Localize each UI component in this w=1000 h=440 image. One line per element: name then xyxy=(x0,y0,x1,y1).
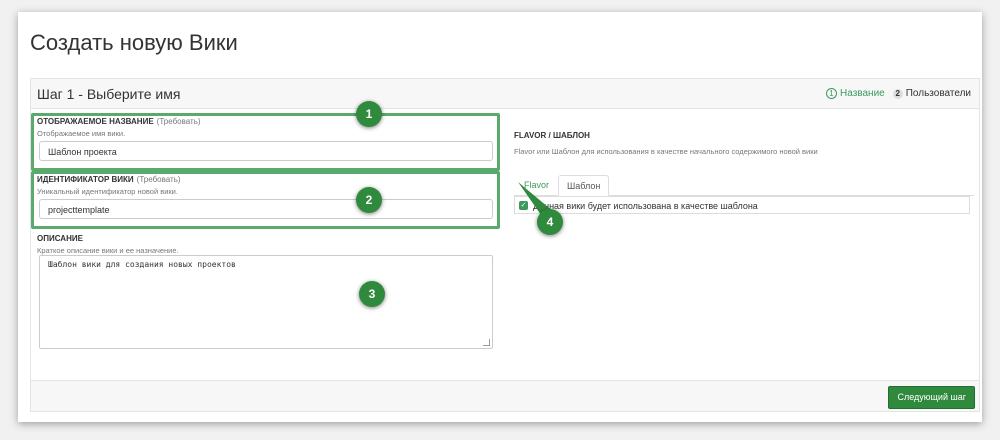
description-textarea[interactable]: Шаблон вики для создания новых проектов xyxy=(39,255,493,349)
description-help: Краткое описание вики и ее назначение. xyxy=(37,246,179,255)
flavor-section: FLAVOR / ШАБЛОН Flavor или Шаблон для ис… xyxy=(514,131,974,214)
callout-badge-4: 4 xyxy=(537,209,563,235)
template-checkbox-row[interactable]: ✓ Данная вики будет использована в качес… xyxy=(514,196,970,214)
flavor-tabs: Flavor Шаблон xyxy=(514,175,974,196)
highlight-box-2 xyxy=(31,171,500,229)
callout-badge-3: 3 xyxy=(359,281,385,307)
wiki-create-window: Создать новую Вики Шаг 1 - Выберите имя … xyxy=(18,12,982,422)
description-label: ОПИСАНИЕ xyxy=(37,234,83,243)
step-label: Пользователи xyxy=(905,88,971,99)
resize-grip-icon[interactable] xyxy=(483,339,490,346)
next-step-button[interactable]: Следующий шаг xyxy=(888,386,975,409)
wizard-footer: Следующий шаг xyxy=(31,380,979,411)
wizard-header: Шаг 1 - Выберите имя 1 Название 2 Пользо… xyxy=(31,79,979,109)
callout-badge-1: 1 xyxy=(356,101,382,127)
step-users[interactable]: 2 Пользователи xyxy=(892,88,971,99)
flavor-title: FLAVOR / ШАБЛОН xyxy=(514,131,590,140)
step-number: 1 xyxy=(826,88,838,99)
page-title: Создать новую Вики xyxy=(30,30,238,55)
step-number: 2 xyxy=(892,88,903,99)
flavor-help: Flavor или Шаблон для использования в ка… xyxy=(514,147,818,156)
callout-badge-2: 2 xyxy=(356,187,382,213)
wizard-steps: 1 Название 2 Пользователи xyxy=(826,88,979,99)
step-title: Шаг 1 - Выберите имя xyxy=(37,86,181,102)
description-text: Шаблон вики для создания новых проектов xyxy=(48,260,236,269)
wizard-panel: Шаг 1 - Выберите имя 1 Название 2 Пользо… xyxy=(30,78,980,412)
highlight-box-1 xyxy=(31,113,500,171)
step-name[interactable]: 1 Название xyxy=(826,88,885,99)
description-group: ОПИСАНИЕ Краткое описание вики и ее назн… xyxy=(37,234,499,354)
step-label: Название xyxy=(840,88,885,99)
